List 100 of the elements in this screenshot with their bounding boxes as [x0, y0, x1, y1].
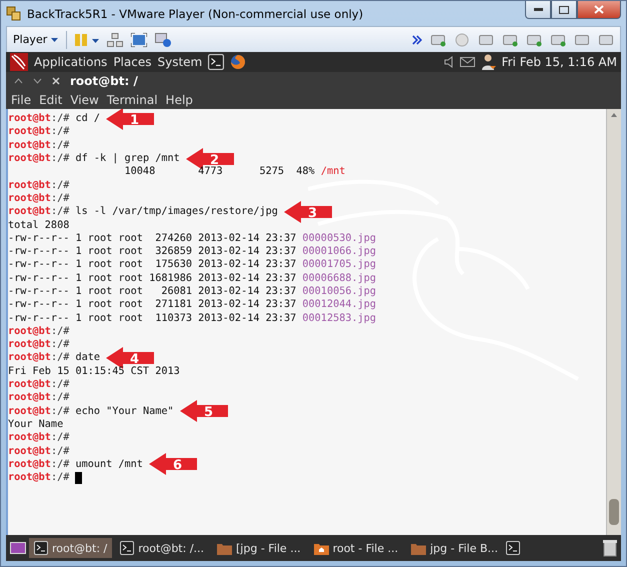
file-info: -rw-r--r-- 1 root root 274260 2013-02-14 23:37 — [8, 232, 298, 244]
prompt-user: root@bt — [8, 446, 51, 457]
output-text: total 2808 — [8, 220, 70, 231]
app-logo-icon — [6, 6, 22, 22]
prompt-path: :/# — [50, 392, 70, 404]
file-info: -rw-r--r-- 1 root root 1681986 2013-02-14 23:37 — [8, 272, 298, 284]
double-chevron-icon[interactable] — [412, 34, 422, 44]
chevron-up-icon[interactable] — [14, 78, 23, 84]
fullscreen-icon[interactable] — [131, 32, 148, 46]
callout-arrow: 3 — [284, 200, 332, 223]
chevron-down-icon[interactable] — [33, 78, 42, 84]
mount-path: /mnt — [320, 166, 346, 178]
menu-item[interactable]: Terminal — [106, 92, 158, 106]
command-text: ls -l /var/tmp/images/restore/jpg — [74, 206, 278, 218]
folder-icon — [411, 542, 426, 554]
close-icon[interactable] — [52, 77, 60, 85]
prompt-user: root@bt — [8, 392, 51, 404]
taskbar-item[interactable]: root - File ... — [308, 538, 404, 558]
menu-item[interactable]: File — [11, 92, 32, 106]
prompt-path: :/# — [50, 379, 70, 390]
close-icon — [594, 5, 604, 14]
folder-icon — [217, 542, 232, 554]
usb-icon[interactable] — [550, 32, 566, 46]
prompt-user: root@bt — [8, 192, 51, 204]
taskbar-item[interactable]: [jpg - File ... — [212, 538, 306, 558]
prompt-user: root@bt — [8, 472, 51, 484]
prompt-user: root@bt — [8, 326, 51, 337]
prompt-user: root@bt — [8, 153, 51, 164]
file-name: 00000530.jpg — [302, 232, 376, 244]
minimize-button[interactable] — [525, 1, 551, 19]
callout-arrow: 6 — [148, 453, 197, 476]
speaker-icon[interactable] — [444, 56, 454, 68]
prompt-user: root@bt — [8, 113, 51, 124]
home-folder-icon — [314, 542, 329, 554]
pause-icon[interactable] — [75, 32, 100, 46]
command-text: umount /mnt — [74, 458, 143, 470]
mail-icon[interactable] — [460, 56, 476, 68]
terminal-icon — [34, 541, 48, 555]
file-name: 00001066.jpg — [302, 246, 376, 258]
window-title: BackTrack5R1 - VMware Player (Non-commercial use only) — [27, 6, 364, 20]
player-menu-button[interactable]: Player — [13, 33, 58, 46]
file-name: 00012044.jpg — [302, 299, 376, 310]
callout-arrow: 1 — [106, 109, 154, 130]
trash-icon[interactable] — [603, 539, 617, 557]
prompt-path: :/# — [50, 352, 70, 364]
prompt-path: :/# — [50, 192, 70, 204]
scroll-up-icon[interactable] — [611, 112, 617, 118]
prompt-path: :/# — [50, 446, 70, 457]
prompt-path: :/# — [50, 339, 70, 350]
prompt-user: root@bt — [8, 406, 51, 417]
printer-icon[interactable] — [526, 32, 542, 46]
prompt-user: root@bt — [8, 339, 51, 350]
terminal-icon — [120, 541, 134, 555]
floppy-icon[interactable] — [478, 32, 494, 46]
close-button[interactable] — [577, 1, 621, 19]
terminal-icon — [506, 541, 520, 555]
maximize-icon — [559, 6, 569, 14]
prompt-user: root@bt — [8, 206, 51, 218]
network-icon[interactable] — [107, 32, 124, 46]
taskbar-item[interactable]: jpg - File B... — [406, 538, 504, 558]
file-info: -rw-r--r-- 1 root root 326859 2013-02-14 23:37 — [8, 246, 298, 258]
panel-clock[interactable]: Fri Feb 15, 1:16 AM — [502, 55, 617, 69]
panel-menu[interactable]: Places — [113, 55, 152, 69]
show-desktop-icon[interactable] — [10, 541, 26, 555]
command-text: echo "Your Name" — [74, 406, 174, 417]
taskbar-item[interactable]: root@bt: /... — [115, 538, 210, 558]
callout-arrow: 5 — [180, 400, 228, 422]
prompt-user: root@bt — [8, 379, 51, 390]
command-text: date — [74, 352, 100, 364]
taskbar-item[interactable]: root@bt: / — [29, 538, 112, 558]
network-adapter-icon[interactable] — [502, 32, 518, 46]
menu-item[interactable]: Help — [166, 92, 193, 106]
prompt-path: :/# — [50, 206, 70, 218]
maximize-button[interactable] — [551, 1, 577, 19]
prompt-path: :/# — [50, 406, 70, 417]
prompt-path: :/# — [50, 153, 70, 164]
browser-icon[interactable] — [230, 54, 246, 70]
file-name: 00001705.jpg — [302, 259, 376, 270]
panel-menu[interactable]: System — [157, 55, 202, 69]
dragon-logo-icon — [10, 53, 28, 71]
terminal-title: root@bt: / — [70, 74, 138, 88]
prompt-path: :/# — [50, 458, 70, 470]
user-icon[interactable] — [482, 54, 496, 70]
prompt-user: root@bt — [8, 180, 51, 191]
display-icon[interactable] — [574, 32, 590, 46]
prompt-path: :/# — [50, 126, 70, 138]
scrollbar-thumb[interactable] — [609, 499, 619, 525]
prompt-user: root@bt — [8, 458, 51, 470]
command-text: cd / — [74, 113, 100, 124]
panel-menu[interactable]: Applications — [34, 55, 108, 69]
file-info: -rw-r--r-- 1 root root 110373 2013-02-14 23:37 — [8, 312, 298, 324]
prompt-path: :/# — [50, 432, 70, 444]
file-name: 00006688.jpg — [302, 272, 376, 284]
menu-item[interactable]: View — [70, 92, 99, 106]
prompt-path: :/# — [50, 113, 70, 124]
prompt-path: :/# — [50, 472, 70, 484]
menu-item[interactable]: Edit — [39, 92, 62, 106]
prompt-path: :/# — [50, 140, 70, 151]
prompt-path: :/# — [50, 180, 70, 191]
scrollbar[interactable] — [606, 109, 621, 535]
